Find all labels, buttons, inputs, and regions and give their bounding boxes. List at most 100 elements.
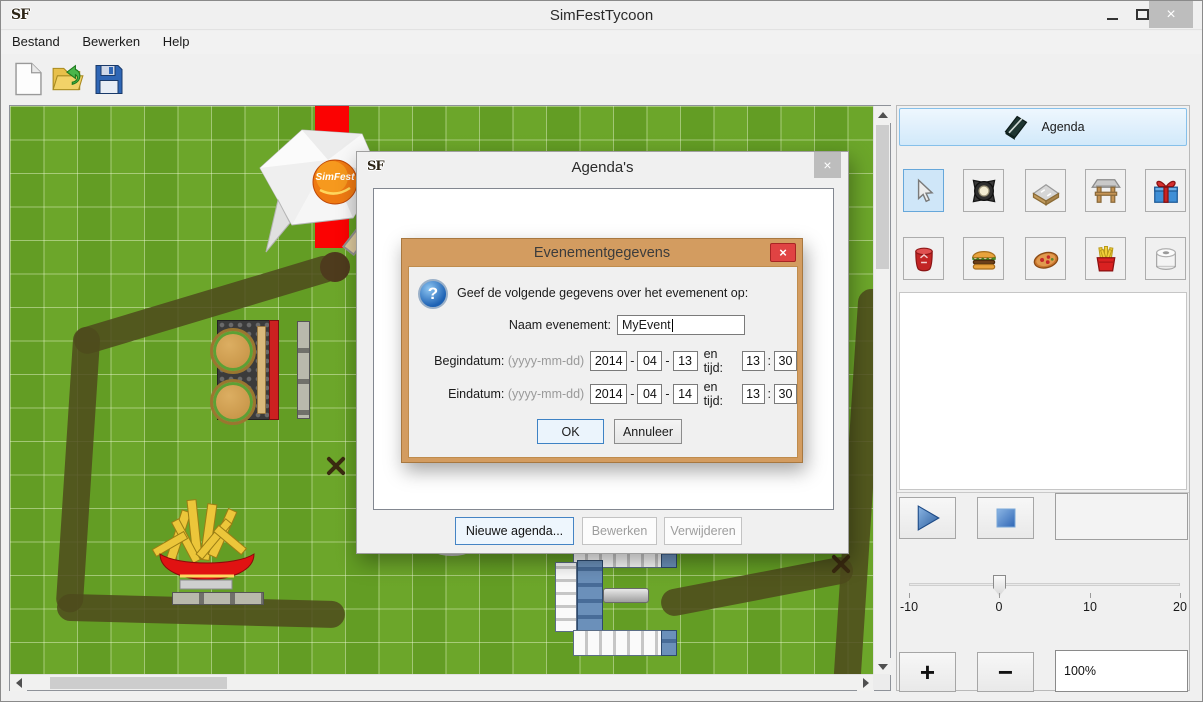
playback-display — [1055, 493, 1188, 540]
path-segment — [659, 555, 856, 618]
end-time-label: en tijd: — [704, 380, 736, 408]
event-dialog-close-button[interactable]: × — [770, 243, 796, 262]
event-name-input[interactable]: MyEvent — [617, 315, 745, 335]
speed-slider-track[interactable] — [909, 583, 1180, 586]
event-name-label: Naam evenement: — [409, 318, 611, 332]
play-button[interactable] — [899, 497, 956, 539]
edit-agenda-button[interactable]: Bewerken — [582, 517, 657, 545]
start-hour-input[interactable] — [742, 351, 765, 371]
agenda-button[interactable]: Agenda — [899, 108, 1187, 146]
agenda-list[interactable] — [899, 292, 1187, 490]
barrier-x-marker — [829, 552, 853, 576]
open-button[interactable] — [49, 58, 87, 100]
ok-button[interactable]: OK — [537, 419, 604, 444]
slider-label-min: -10 — [889, 600, 929, 614]
play-icon — [915, 505, 941, 531]
zoom-level-field[interactable]: 100% — [1055, 650, 1188, 692]
end-month-input[interactable] — [637, 384, 662, 404]
agendas-dialog-close-button[interactable]: × — [814, 152, 841, 178]
burger — [210, 379, 256, 425]
scrollbar-corner — [873, 674, 890, 690]
edit-agenda-label: Bewerken — [592, 524, 648, 538]
burger-icon — [969, 244, 999, 274]
event-name-value: MyEvent — [622, 318, 671, 332]
burger-stand — [217, 317, 312, 423]
agenda-button-label: Agenda — [1041, 120, 1084, 134]
new-file-button[interactable] — [9, 58, 47, 100]
start-minute-input[interactable] — [774, 351, 797, 371]
start-day-input[interactable] — [673, 351, 698, 371]
zoom-level-value: 100% — [1064, 664, 1096, 678]
arrow-left-icon — [11, 678, 22, 688]
tool-spotlight[interactable] — [963, 169, 1004, 212]
scroll-left-button[interactable] — [10, 675, 27, 691]
trash-can-icon — [910, 245, 938, 273]
scroll-right-button[interactable] — [857, 675, 874, 691]
path-segment — [55, 326, 100, 613]
map-horizontal-scrollbar[interactable] — [10, 674, 874, 690]
minimize-button[interactable] — [1097, 1, 1127, 28]
delete-agenda-label: Verwijderen — [670, 524, 735, 538]
new-agenda-button[interactable]: Nieuwe agenda... — [455, 517, 574, 545]
toolbar — [1, 54, 1202, 102]
vertical-scroll-thumb[interactable] — [876, 125, 889, 269]
arrow-down-icon — [878, 664, 888, 675]
end-minute-input[interactable] — [774, 384, 797, 404]
stage-structure — [542, 546, 682, 666]
start-time-label: en tijd: — [704, 347, 736, 375]
tool-toilet-paper[interactable] — [1145, 237, 1186, 280]
delete-agenda-button[interactable]: Verwijderen — [664, 517, 742, 545]
menu-help[interactable]: Help — [155, 31, 198, 52]
end-hour-input[interactable] — [742, 384, 765, 404]
zoom-out-button[interactable]: − — [977, 652, 1034, 692]
cancel-label: Annuleer — [623, 425, 673, 439]
tool-select[interactable] — [903, 169, 944, 212]
bench — [297, 321, 310, 419]
slider-tick — [1090, 593, 1091, 598]
end-date-label: Eindatum: — [448, 387, 504, 401]
horizontal-scroll-thumb[interactable] — [50, 677, 227, 689]
map-vertical-scrollbar[interactable] — [873, 106, 890, 675]
arrow-up-icon — [878, 107, 888, 118]
slider-tick — [999, 593, 1000, 598]
tool-path[interactable] — [1025, 169, 1066, 212]
tool-gift[interactable] — [1145, 169, 1186, 212]
pizza-icon — [1031, 244, 1061, 274]
stop-button[interactable] — [977, 497, 1034, 539]
menu-bestand[interactable]: Bestand — [4, 31, 68, 52]
path-end-cap — [320, 252, 350, 282]
end-year-input[interactable] — [590, 384, 627, 404]
tool-gate[interactable] — [1085, 169, 1126, 212]
new-file-icon — [15, 62, 42, 96]
open-folder-icon — [51, 62, 85, 96]
bench — [172, 592, 264, 605]
scroll-down-button[interactable] — [874, 658, 891, 675]
zoom-in-button[interactable]: + — [899, 652, 956, 692]
event-dialog-title: Evenementgegevens — [402, 245, 802, 261]
scroll-up-button[interactable] — [874, 106, 891, 123]
agenda-book-icon — [1001, 113, 1031, 141]
menu-bewerken[interactable]: Bewerken — [74, 31, 148, 52]
tool-burger[interactable] — [963, 237, 1004, 280]
event-dialog: Evenementgegevens × ? Geef de volgende g… — [401, 238, 803, 463]
close-button[interactable]: × — [1149, 1, 1193, 28]
date-separator: - — [630, 387, 634, 401]
date-separator: - — [665, 387, 669, 401]
start-year-input[interactable] — [590, 351, 627, 371]
tool-pizza[interactable] — [1025, 237, 1066, 280]
start-date-label: Begindatum: — [434, 354, 504, 368]
tool-trash[interactable] — [903, 237, 944, 280]
tool-fries[interactable] — [1085, 237, 1126, 280]
date-separator: - — [665, 354, 669, 368]
cancel-button[interactable]: Annuleer — [614, 419, 682, 444]
end-day-input[interactable] — [673, 384, 698, 404]
time-separator: : — [768, 387, 771, 401]
toilet-paper-icon — [1151, 244, 1181, 274]
window-title: SimFestTycoon — [1, 7, 1202, 24]
event-prompt: Geef de volgende gegevens over het eveme… — [457, 286, 748, 300]
question-icon: ? — [418, 279, 448, 309]
save-icon — [94, 63, 124, 96]
start-month-input[interactable] — [637, 351, 662, 371]
save-button[interactable] — [90, 58, 128, 100]
right-panel: Agenda — [896, 105, 1190, 691]
